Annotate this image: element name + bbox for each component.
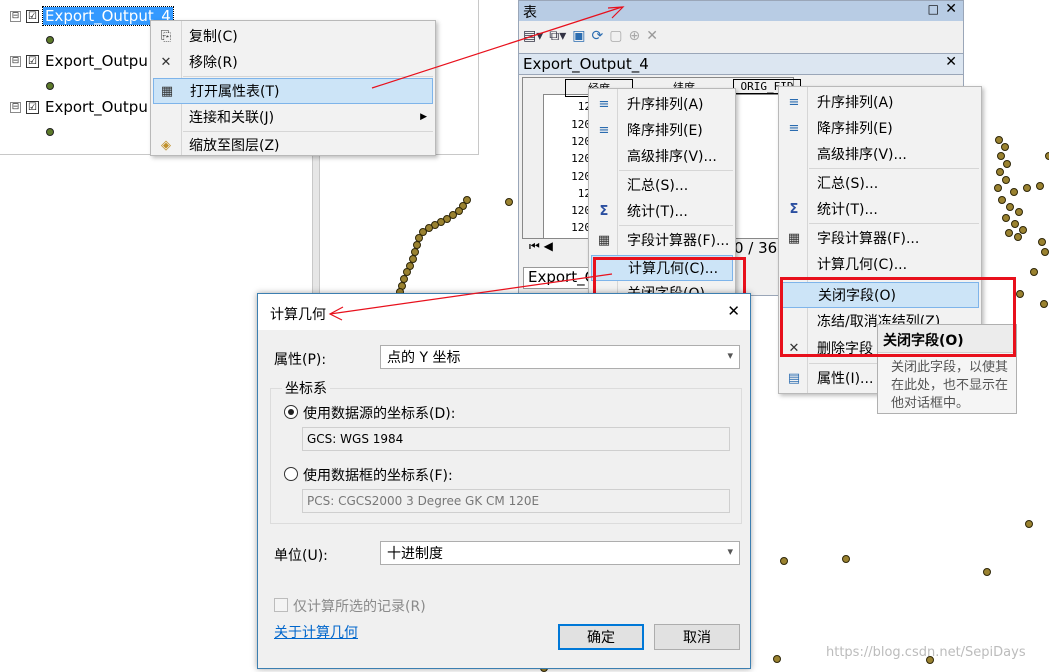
watermark: https://blog.csdn.net/SepiDays [826, 645, 1026, 660]
annotation-arrow [329, 273, 613, 315]
annotation-arrows [328, 6, 625, 321]
annotation-arrow [371, 6, 623, 89]
